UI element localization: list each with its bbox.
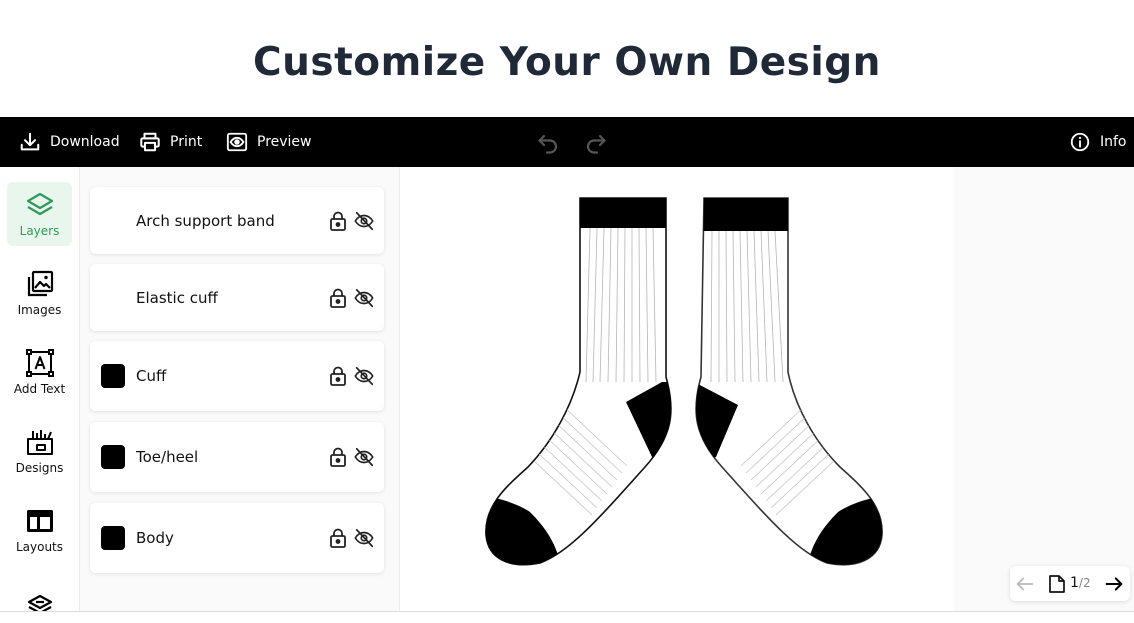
arrow-right-icon[interactable] [1103, 573, 1125, 595]
sock-mockup[interactable] [400, 167, 954, 612]
layers-panel: Arch support band Elastic cuff Cuff Toe/… [80, 167, 400, 612]
lock-icon[interactable] [329, 211, 347, 231]
sidebar-item-label: Images [17, 303, 62, 317]
print-button[interactable]: Print [139, 117, 202, 167]
sidebar-item-designs[interactable]: Designs [7, 419, 72, 483]
info-icon [1070, 132, 1090, 152]
layer-label: Body [136, 529, 174, 547]
bottom-edge [0, 611, 1134, 623]
layer-item-toe-heel[interactable]: Toe/heel [90, 422, 384, 492]
page-navigator: 1/2 [1010, 566, 1130, 601]
download-icon [20, 132, 40, 151]
eye-off-icon[interactable] [353, 527, 375, 549]
sidebar-item-layouts[interactable]: Layouts [7, 498, 72, 562]
download-button[interactable]: Download [19, 117, 120, 167]
color-swatch[interactable] [101, 364, 125, 388]
redo-icon[interactable] [584, 130, 608, 154]
sidebar-item-more[interactable] [7, 577, 72, 612]
page-icon [1049, 575, 1065, 593]
lock-icon[interactable] [329, 288, 347, 308]
layer-label: Arch support band [136, 211, 275, 230]
eye-off-icon[interactable] [353, 210, 375, 232]
preview-button[interactable]: Preview [226, 117, 312, 167]
page-count: 1/2 [1070, 575, 1091, 591]
layer-label: Cuff [136, 367, 167, 385]
sidebar-item-images[interactable]: Images [7, 261, 72, 325]
layer-item-cuff[interactable]: Cuff [90, 341, 384, 411]
color-swatch[interactable] [101, 526, 125, 550]
info-button[interactable]: Info [1069, 117, 1127, 167]
eye-off-icon[interactable] [353, 287, 375, 309]
page-title: Customize Your Own Design [253, 40, 881, 85]
editor-toolbar: Download Print Preview Info [0, 117, 1134, 167]
sidebar-item-label: Layouts [15, 540, 64, 554]
layers-stack-icon [27, 594, 52, 612]
preview-eye-icon [226, 132, 248, 152]
title-area: Customize Your Own Design [0, 0, 1134, 117]
layers-icon [26, 192, 53, 216]
layer-item-elastic-cuff[interactable]: Elastic cuff [90, 264, 384, 331]
color-swatch[interactable] [101, 445, 125, 469]
lock-icon[interactable] [329, 366, 347, 386]
download-label: Download [50, 134, 120, 150]
lock-icon[interactable] [329, 528, 347, 548]
arrow-left-icon[interactable] [1014, 573, 1036, 595]
layer-item-body[interactable]: Body [90, 503, 384, 573]
layer-label: Toe/heel [136, 448, 199, 466]
current-page: 1 [1070, 575, 1079, 591]
sidebar-item-add-text[interactable]: Add Text [7, 340, 72, 404]
print-label: Print [170, 134, 203, 150]
lock-icon[interactable] [329, 447, 347, 467]
eye-off-icon[interactable] [353, 446, 375, 468]
text-box-icon [25, 349, 54, 377]
layer-item-arch-support-band[interactable]: Arch support band [90, 187, 384, 254]
total-pages: /2 [1078, 576, 1091, 590]
design-canvas[interactable] [400, 167, 954, 612]
sidebar-item-layers[interactable]: Layers [7, 182, 72, 246]
info-label: Info [1100, 134, 1127, 150]
eye-off-icon[interactable] [353, 365, 375, 387]
right-sock[interactable] [688, 195, 908, 587]
images-icon [27, 270, 53, 297]
undo-icon[interactable] [536, 130, 560, 154]
sidebar-item-label: Designs [15, 461, 64, 475]
sidebar-item-label: Layers [19, 224, 60, 238]
left-sock[interactable] [460, 195, 680, 587]
layout-icon [26, 510, 53, 532]
layer-label: Elastic cuff [136, 288, 218, 307]
sidebar-item-label: Add Text [13, 382, 66, 396]
printer-icon [140, 132, 160, 152]
designs-icon [26, 430, 53, 455]
tool-sidebar: Layers Images Add Text Designs Layouts [0, 167, 80, 612]
preview-label: Preview [257, 134, 312, 150]
canvas-gutter [954, 167, 1134, 612]
